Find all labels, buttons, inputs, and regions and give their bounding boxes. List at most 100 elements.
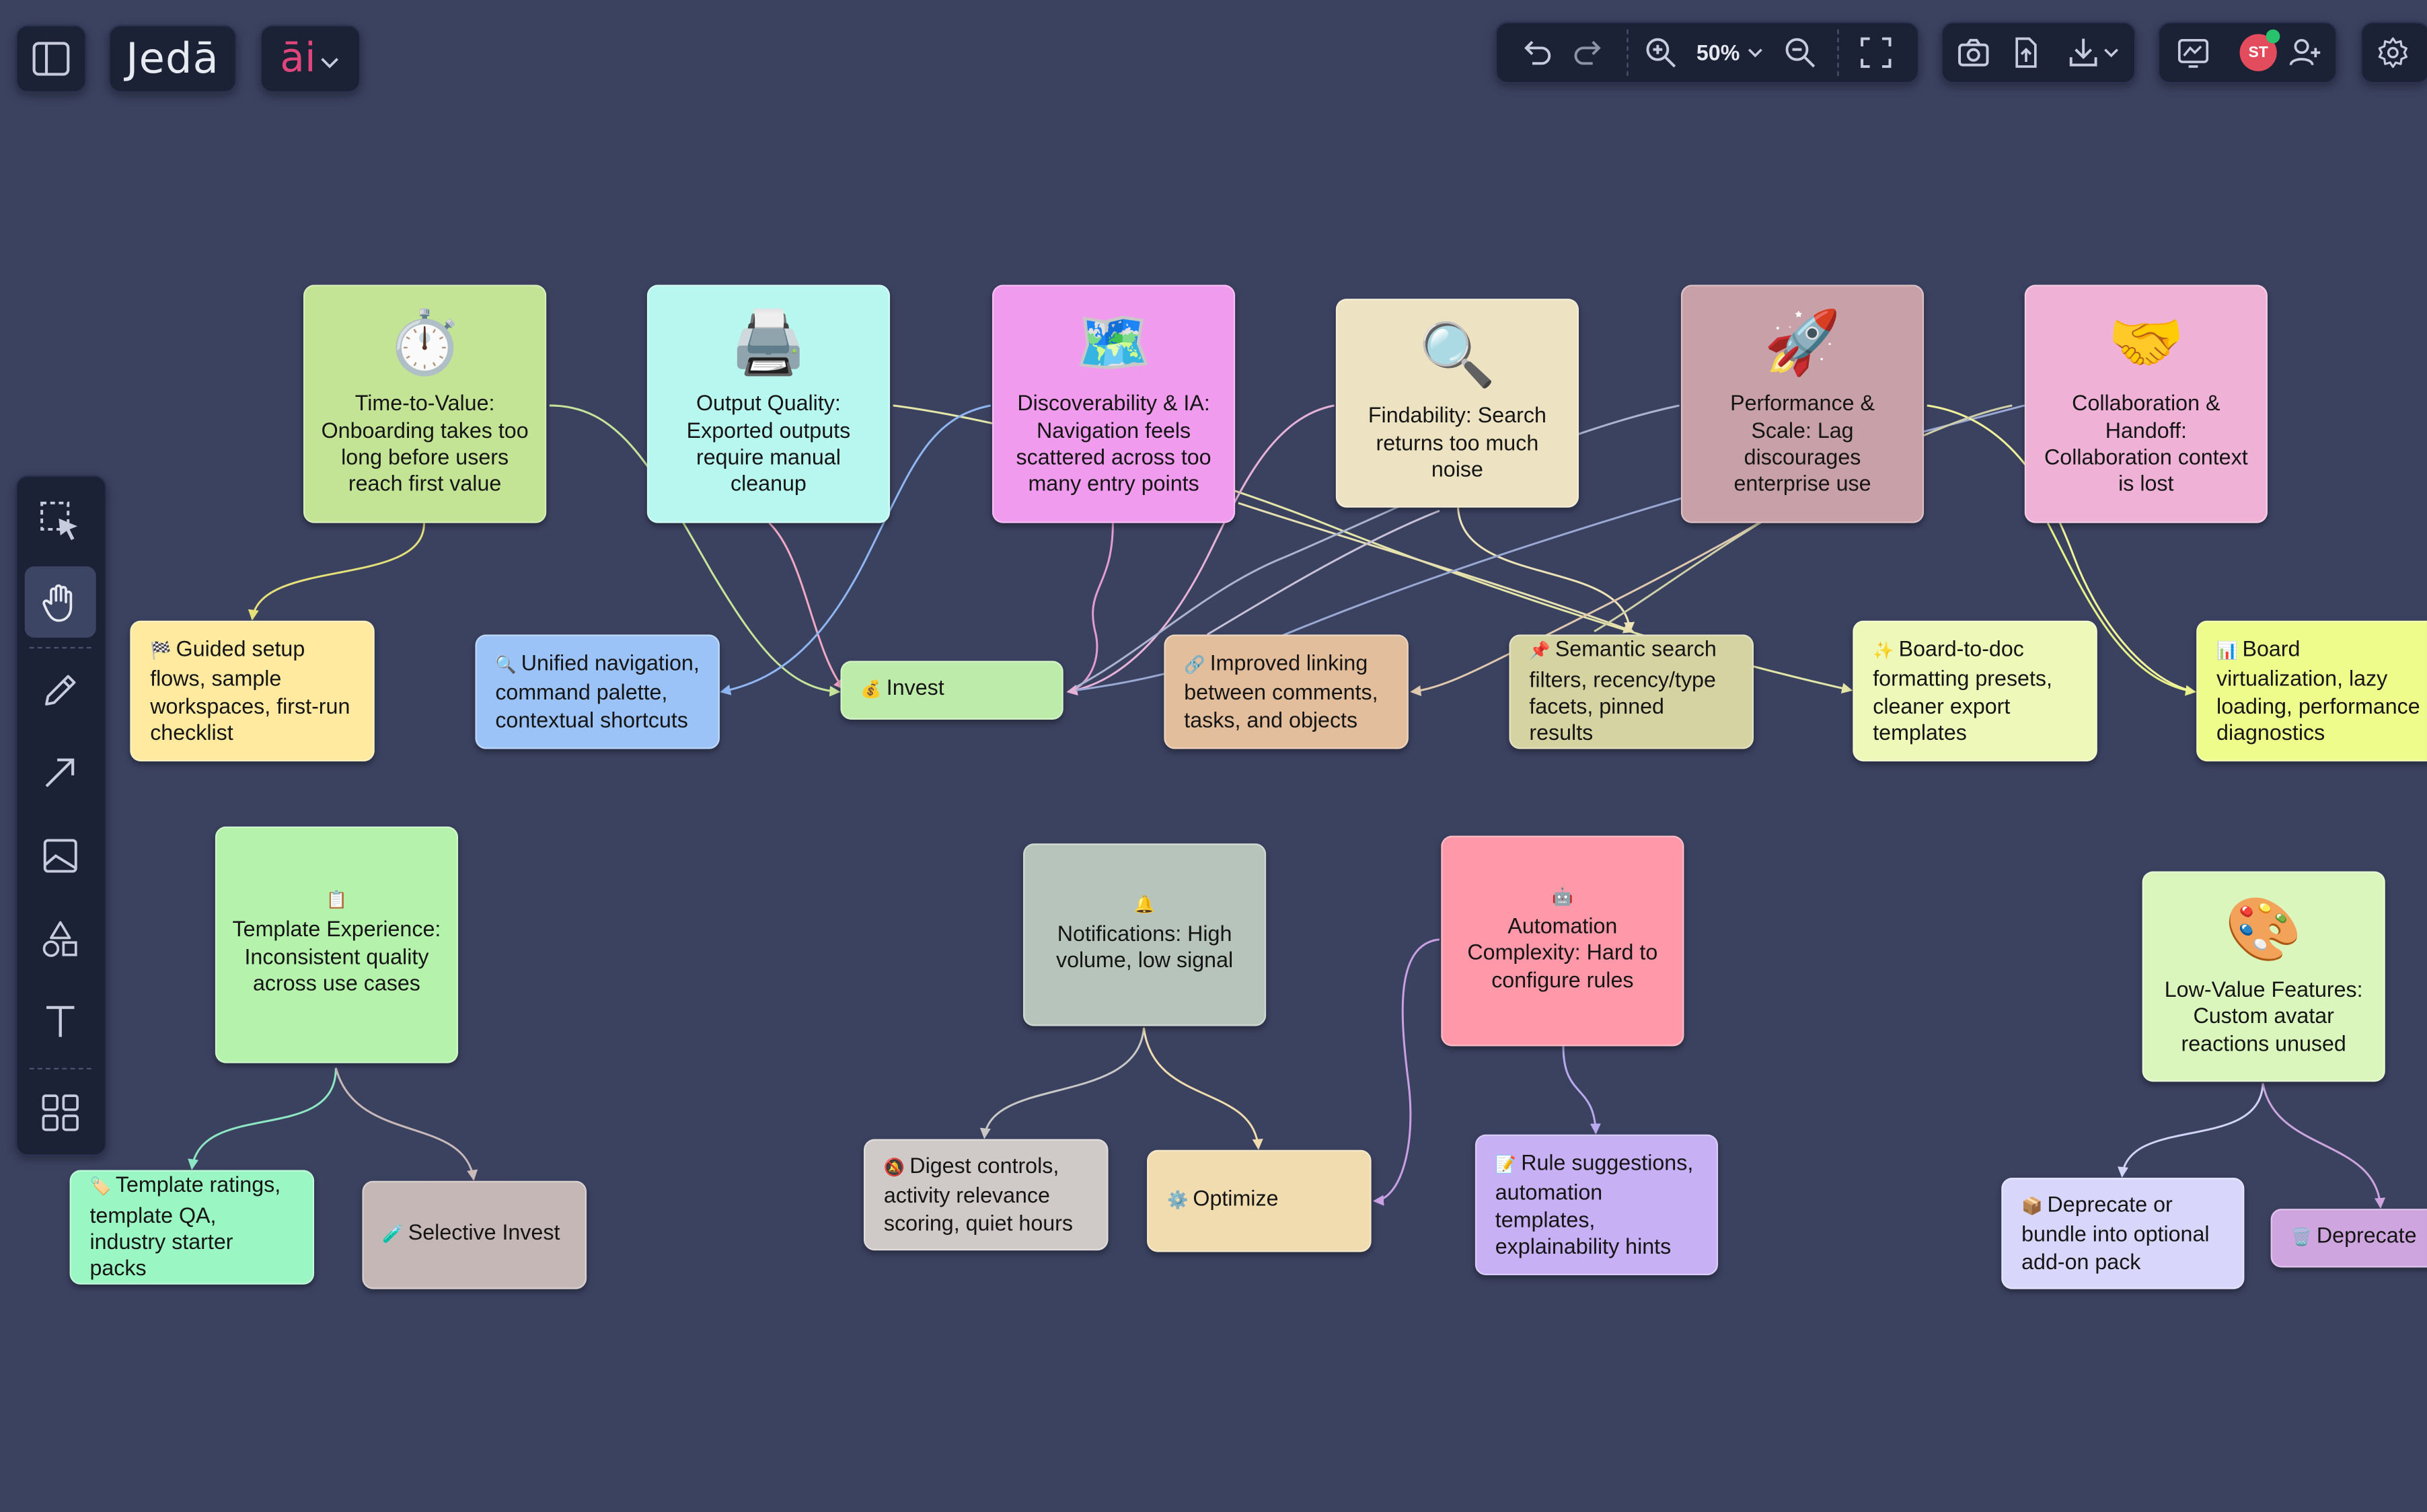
undo-button[interactable] [1516,31,1559,74]
card-text: Board virtualization, lazy loading, perf… [2216,635,2420,745]
solution-card-inv[interactable]: 💰 Invest [840,660,1063,720]
card-content: 🔕 Digest controls, activity relevance sco… [884,1153,1088,1237]
present-button[interactable] [2171,31,2214,74]
card-text: Notifications: High volume, low signal [1055,920,1234,973]
problem-card-ch[interactable]: 🤝 Collaboration & Handoff: Collaboration … [2024,285,2268,523]
export-toolbar [1941,22,2136,84]
problem-card-ac[interactable]: 🤖 Automation Complexity: Hard to configur… [1441,835,1684,1047]
zoom-out-icon [1785,38,1816,68]
edge-te-selective[interactable] [334,1067,478,1181]
solution-card-un[interactable]: 🔍 Unified navigation, command palette, co… [475,634,720,749]
selection-cursor-icon [40,501,78,541]
card-content: 🏷️ Template ratings, template QA, industr… [89,1172,294,1283]
problem-card-te[interactable]: 📋 Template Experience: Inconsistent quali… [215,826,459,1063]
arrow-icon [45,758,75,788]
select-tool-button[interactable] [25,486,96,558]
settings-button[interactable] [2371,31,2414,74]
solution-card-tr[interactable]: 🏷️ Template ratings, template QA, industr… [69,1170,315,1285]
edge-ac-rules[interactable] [1562,1046,1601,1135]
problem-card-oq[interactable]: 🖨️ Output Quality: Exported outputs requi… [646,285,891,523]
edge-fs-semantic[interactable] [1457,507,1635,634]
card-content: ✨ Board-to-doc formatting presets, cleane… [1873,636,2077,747]
solution-card-gs[interactable]: 🏁 Guided setup flows, sample workspaces, … [130,620,375,762]
solution-card-db[interactable]: 📦 Deprecate or bundle into optional add-o… [2001,1178,2245,1289]
edge-nt-optimize[interactable] [1142,1027,1263,1150]
card-emoji-icon: 🔍 [1419,322,1496,391]
redo-icon [1574,40,1601,65]
screenshot-button[interactable] [1952,31,1995,74]
problem-card-lv[interactable]: 🎨 Low-Value Features: Custom avatar react… [2142,871,2385,1082]
solution-card-rs[interactable]: 📝 Rule suggestions, automation templates,… [1474,1134,1719,1276]
grid-icon [42,1094,79,1131]
solution-card-dp[interactable]: 🗑️ Deprecate [2270,1209,2427,1268]
solution-card-si[interactable]: 🧪 Selective Invest [362,1180,587,1289]
problem-card-nt[interactable]: 🔔 Notifications: High volume, low signal [1022,843,1267,1026]
toolbar-divider [1837,29,1839,76]
card-content: 💰 Invest [860,675,1043,706]
edge-nt-digest[interactable] [979,1027,1145,1139]
card-content: 🔗 Improved linking between comments, task… [1184,650,1388,734]
problem-card-fs[interactable]: 🔍 Findability: Search returns too much no… [1335,299,1579,508]
image-tool-button[interactable] [25,821,96,892]
share-button[interactable] [2005,31,2048,74]
problem-card-dia[interactable]: 🗺️ Discoverability & IA: Navigation feels… [992,285,1236,523]
text-tool-button[interactable] [25,986,96,1057]
shapes-tool-button[interactable] [25,904,96,975]
problem-card-ttv[interactable]: ⏱️ Time-to-Value: Onboarding takes too lo… [303,285,547,523]
card-emoji-icon: 🗺️ [1075,309,1152,378]
logo-panel[interactable]: Jedā [108,24,237,93]
fit-to-screen-button[interactable] [1855,31,1898,74]
whiteboard-canvas[interactable]: ⏱️ Time-to-Value: Onboarding takes too lo… [0,0,2427,1512]
text-icon [46,1006,75,1037]
undo-icon [1524,40,1551,65]
edge-ac-optimize[interactable] [1372,938,1440,1206]
hand-tool-button[interactable] [24,566,96,638]
ai-menu-button[interactable]: āi [260,24,361,93]
zoom-level-value: 50% [1696,40,1740,65]
card-glyph-icon: 🏁 [150,642,172,660]
palette-divider [29,646,91,649]
problem-card-ps[interactable]: 🚀 Performance & Scale: Lag discourages en… [1680,285,1925,523]
palette-divider [29,1067,91,1069]
zoom-out-button[interactable] [1779,31,1822,74]
tool-palette [15,475,107,1156]
download-dropdown-button[interactable] [2057,31,2128,74]
edge-ttv-guided[interactable] [248,523,425,621]
card-emoji-icon: 🎨 [2225,896,2303,965]
fullscreen-icon [1861,37,1892,68]
zoom-in-icon [1646,38,1676,68]
zoom-in-button[interactable] [1639,31,1682,74]
solution-card-op[interactable]: ⚙️ Optimize [1147,1149,1372,1252]
edge-lv-deprecate[interactable] [2262,1083,2386,1209]
card-glyph-icon: ✨ [1873,642,1894,660]
arrow-tool-button[interactable] [25,736,96,808]
redo-button[interactable] [1567,31,1610,74]
card-text: Optimize [1193,1186,1279,1211]
templates-tool-button[interactable] [25,1077,96,1148]
card-content: 🧪 Selective Invest [382,1220,566,1250]
card-text: Automation Complexity: Hard to configure… [1467,913,1658,992]
solution-card-bd[interactable]: ✨ Board-to-doc formatting presets, cleane… [1853,620,2097,762]
edge-dia-invest[interactable] [1066,523,1114,695]
card-content: 🏁 Guided setup flows, sample workspaces, … [150,636,354,747]
invite-user-button[interactable] [2283,31,2326,74]
pen-tool-button[interactable] [25,654,96,726]
card-emoji-icon: ⏱️ [386,309,463,378]
card-text: Selective Invest [408,1219,560,1245]
zoom-level-dropdown[interactable]: 50% [1692,31,1769,74]
card-text: Low-Value Features: Custom avatar reacti… [2164,976,2363,1055]
sidebar-toggle-button[interactable] [17,26,85,91]
card-text: Semantic search filters, recency/type fa… [1529,636,1717,745]
presence-indicator [2266,29,2280,44]
card-glyph-icon: 📌 [1529,642,1551,661]
download-icon [2069,38,2097,67]
solution-card-bv[interactable]: 📊 Board virtualization, lazy loading, per… [2196,620,2427,762]
solution-card-ss[interactable]: 📌 Semantic search filters, recency/type f… [1509,634,1754,749]
pencil-icon [45,675,76,706]
edge-oq-invest[interactable] [768,522,845,690]
solution-card-dc[interactable]: 🔕 Digest controls, activity relevance sco… [863,1139,1109,1251]
solution-card-il[interactable]: 🔗 Improved linking between comments, task… [1164,634,1409,749]
card-text: Board-to-doc formatting presets, cleaner… [1873,635,2052,745]
edge-lv-deprecate-bundle[interactable] [2118,1083,2264,1178]
edge-te-ratings[interactable] [188,1067,337,1170]
